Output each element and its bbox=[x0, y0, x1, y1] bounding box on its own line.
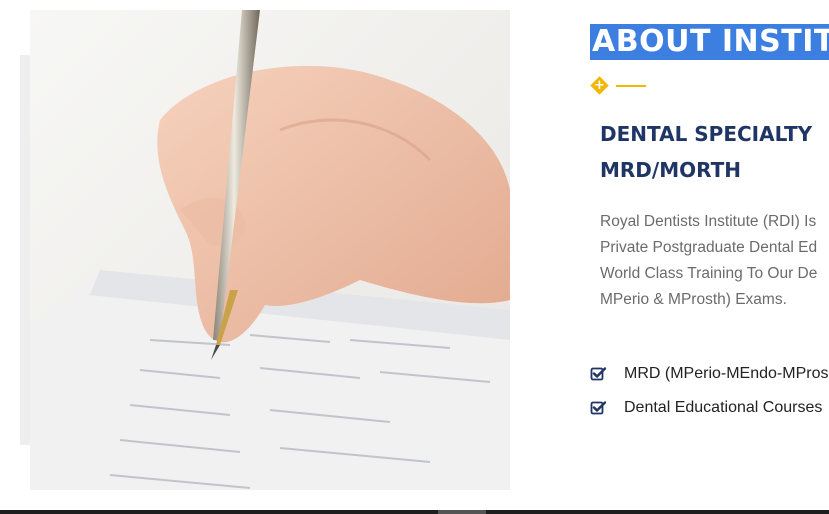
title-divider: + bbox=[590, 76, 650, 96]
about-institute-title: ABOUT INSTITU bbox=[590, 24, 829, 60]
scrollbar-thumb[interactable] bbox=[438, 510, 486, 514]
description-line: MPerio & MProsth) Exams. bbox=[600, 291, 787, 308]
dental-specialty-heading: DENTAL SPECIALTY MRD/MORTH bbox=[600, 116, 829, 188]
divider-line bbox=[616, 85, 646, 87]
feature-label: Dental Educational Courses bbox=[624, 399, 823, 416]
heading-line: DENTAL SPECIALTY bbox=[600, 122, 813, 146]
description-line: Private Postgraduate Dental Ed bbox=[600, 239, 818, 256]
description-line: Royal Dentists Institute (RDI) Is bbox=[600, 213, 817, 230]
about-description: Royal Dentists Institute (RDI) Is Privat… bbox=[600, 209, 817, 313]
list-item: MRD (MPerio-MEndo-MPros bbox=[590, 357, 828, 391]
checkbox-checked-icon bbox=[590, 401, 606, 415]
checkbox-checked-icon bbox=[590, 367, 606, 381]
description-line: World Class Training To Our De bbox=[600, 265, 818, 282]
hand-writing-photo bbox=[30, 10, 510, 490]
list-item: Dental Educational Courses bbox=[590, 391, 828, 425]
feature-label: MRD (MPerio-MEndo-MPros bbox=[624, 365, 829, 382]
heading-line: MRD/MORTH bbox=[600, 158, 741, 182]
feature-list: MRD (MPerio-MEndo-MPros Dental Education… bbox=[590, 357, 828, 425]
horizontal-scrollbar[interactable] bbox=[0, 510, 829, 514]
